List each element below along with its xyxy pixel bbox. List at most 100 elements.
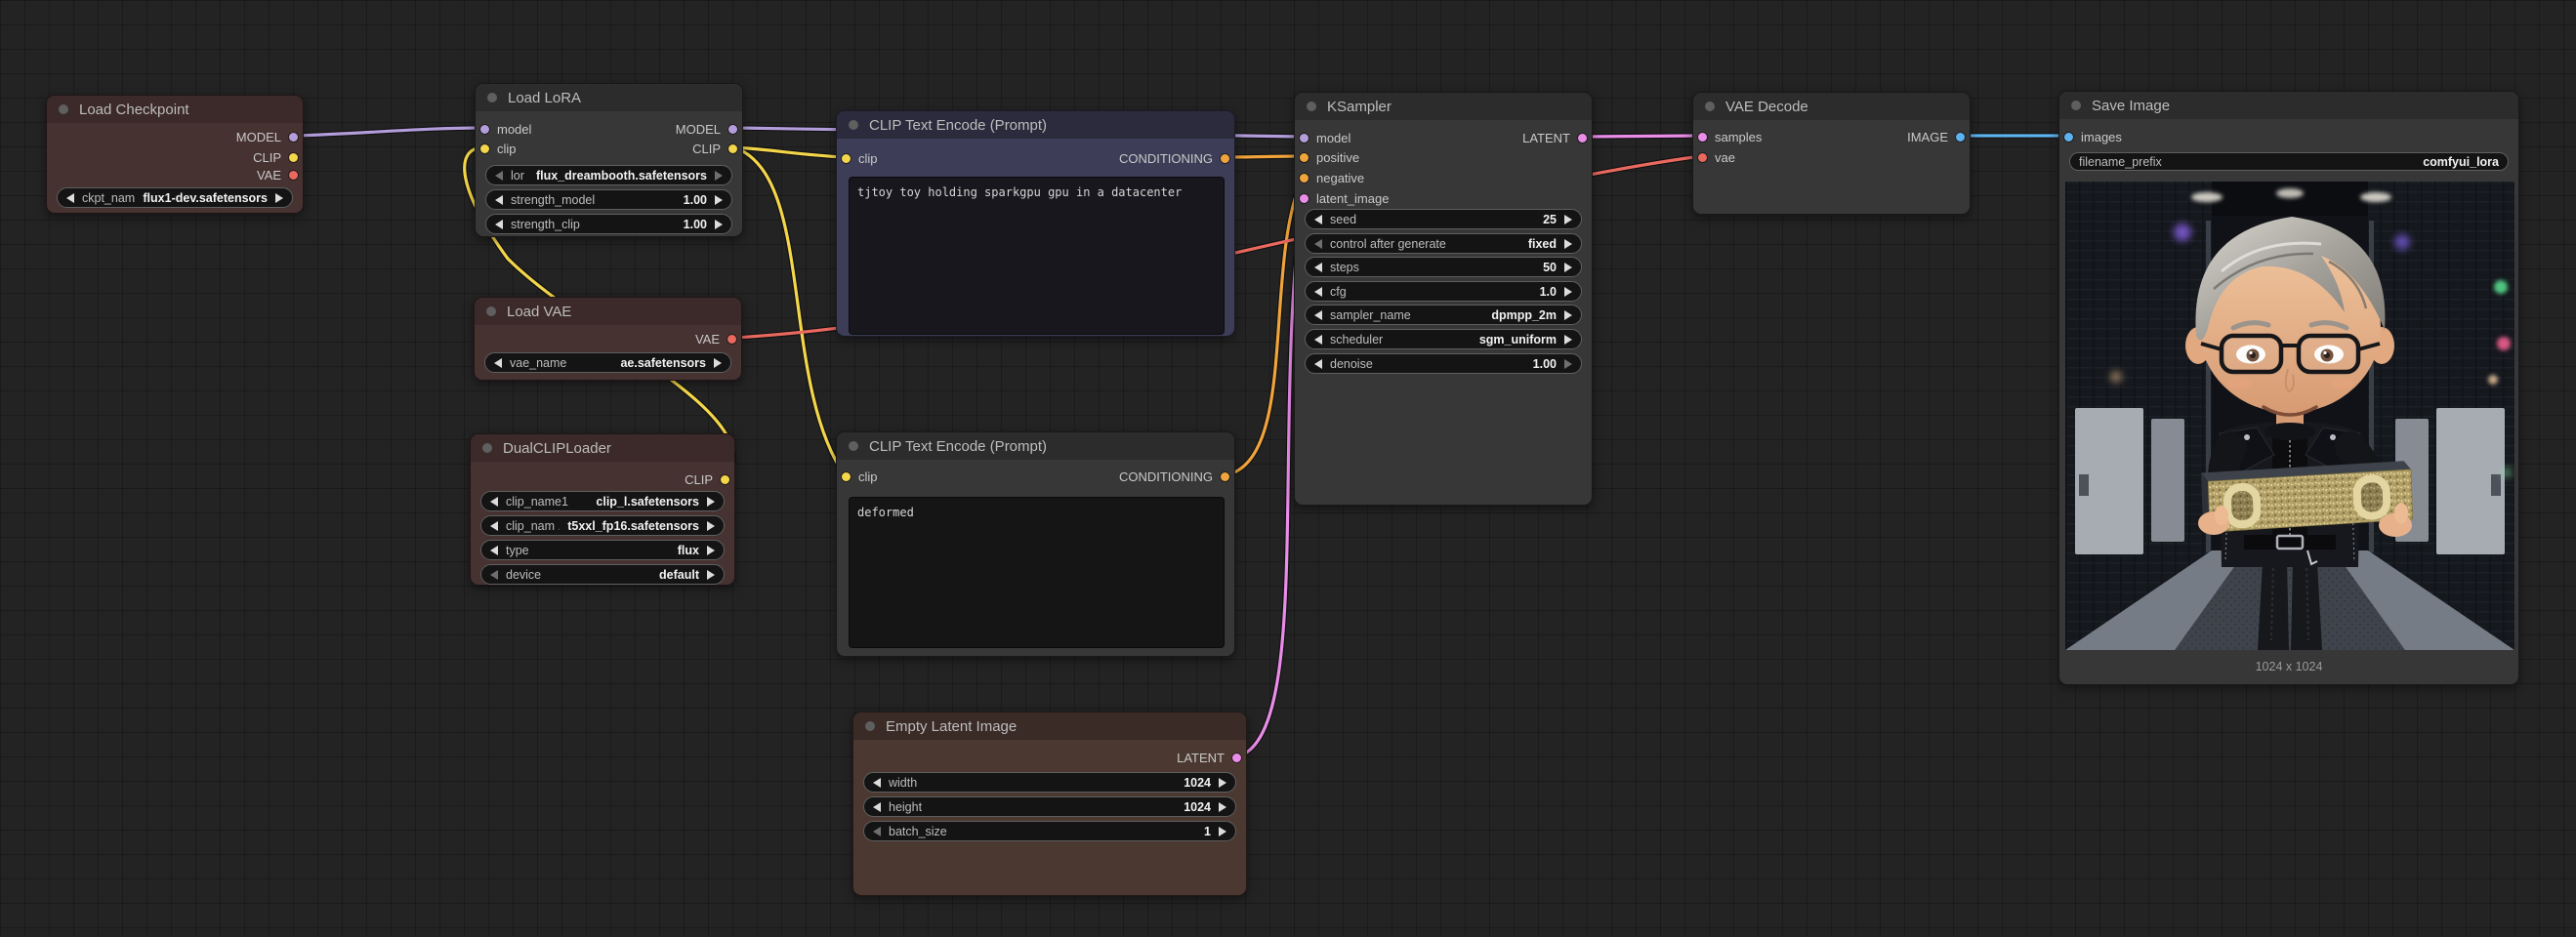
- node-dual-clip-loader[interactable]: DualCLIPLoader CLIP clip_name1 clip_l.sa…: [470, 433, 735, 586]
- decrement-arrow-icon[interactable]: [1314, 335, 1322, 345]
- output-slot-conditioning[interactable]: CONDITIONING: [1119, 149, 1229, 167]
- latent-port-icon[interactable]: [1300, 194, 1309, 203]
- collapse-dot-icon[interactable]: [487, 93, 497, 102]
- widget-cfg[interactable]: cfg 1.0: [1305, 281, 1582, 302]
- widget-scheduler[interactable]: scheduler sgm_uniform: [1305, 329, 1582, 349]
- widget-lora-name[interactable]: lor ... flux_dreambooth.safetensors: [485, 165, 732, 185]
- decrement-arrow-icon[interactable]: [1314, 215, 1322, 224]
- output-slot-latent[interactable]: LATENT: [1177, 749, 1241, 766]
- increment-arrow-icon[interactable]: [275, 193, 283, 203]
- node-vae-decode[interactable]: VAE Decode samples vae IMAGE: [1692, 92, 1971, 215]
- node-titlebar[interactable]: Load Checkpoint: [47, 96, 303, 123]
- node-clip-text-encode-positive[interactable]: CLIP Text Encode (Prompt) clip CONDITION…: [836, 110, 1235, 337]
- widget-sampler-name[interactable]: sampler_name dpmpp_2m: [1305, 305, 1582, 325]
- increment-arrow-icon[interactable]: [715, 171, 723, 181]
- widget-height[interactable]: height 1024: [863, 796, 1236, 817]
- output-slot-clip[interactable]: CLIP: [692, 140, 737, 157]
- input-slot-latent-image[interactable]: latent_image: [1300, 189, 1389, 207]
- widget-denoise[interactable]: denoise 1.00: [1305, 353, 1582, 374]
- clip-port-icon[interactable]: [842, 472, 851, 481]
- conditioning-port-icon[interactable]: [1221, 472, 1229, 481]
- node-load-lora[interactable]: Load LoRA model clip MODEL CLIP lor ... …: [475, 83, 743, 237]
- input-slot-negative[interactable]: negative: [1300, 169, 1364, 186]
- increment-arrow-icon[interactable]: [714, 358, 722, 368]
- latent-port-icon[interactable]: [1698, 133, 1707, 142]
- increment-arrow-icon[interactable]: [715, 220, 723, 229]
- prompt-text-area[interactable]: deformed: [849, 497, 1225, 648]
- clip-port-icon[interactable]: [721, 475, 729, 484]
- widget-seed[interactable]: seed 25: [1305, 209, 1582, 229]
- vae-port-icon[interactable]: [289, 171, 298, 180]
- widget-control-after-generate[interactable]: control after generate fixed: [1305, 233, 1582, 254]
- increment-arrow-icon[interactable]: [1564, 359, 1572, 369]
- widget-ckpt-name[interactable]: ckpt_name flux1-dev.safetensors: [57, 187, 293, 208]
- widget-width[interactable]: width 1024: [863, 772, 1236, 793]
- node-titlebar[interactable]: VAE Decode: [1693, 93, 1970, 120]
- increment-arrow-icon[interactable]: [707, 546, 715, 555]
- output-slot-clip[interactable]: CLIP: [685, 470, 729, 488]
- output-slot-model[interactable]: MODEL: [676, 120, 737, 138]
- input-slot-positive[interactable]: positive: [1300, 148, 1359, 166]
- decrement-arrow-icon[interactable]: [873, 827, 881, 836]
- conditioning-port-icon[interactable]: [1300, 153, 1309, 162]
- node-titlebar[interactable]: Load LoRA: [476, 84, 742, 111]
- clip-port-icon[interactable]: [289, 153, 298, 162]
- increment-arrow-icon[interactable]: [1564, 239, 1572, 249]
- output-slot-model[interactable]: MODEL: [236, 128, 298, 145]
- collapse-dot-icon[interactable]: [1307, 102, 1316, 111]
- decrement-arrow-icon[interactable]: [873, 778, 881, 788]
- decrement-arrow-icon[interactable]: [494, 358, 502, 368]
- increment-arrow-icon[interactable]: [1219, 778, 1226, 788]
- decrement-arrow-icon[interactable]: [1314, 359, 1322, 369]
- decrement-arrow-icon[interactable]: [495, 171, 503, 181]
- node-ksampler[interactable]: KSampler model positive negative latent_…: [1294, 92, 1593, 506]
- collapse-dot-icon[interactable]: [486, 306, 496, 316]
- widget-strength-model[interactable]: strength_model 1.00: [485, 189, 732, 210]
- increment-arrow-icon[interactable]: [1219, 827, 1226, 836]
- image-port-icon[interactable]: [2064, 133, 2073, 142]
- collapse-dot-icon[interactable]: [865, 721, 875, 731]
- input-slot-model[interactable]: model: [1300, 129, 1350, 146]
- increment-arrow-icon[interactable]: [1564, 263, 1572, 272]
- node-load-vae[interactable]: Load VAE VAE vae_name ae.safetensors: [474, 297, 742, 381]
- widget-steps[interactable]: steps 50: [1305, 257, 1582, 277]
- clip-port-icon[interactable]: [842, 154, 851, 163]
- comfyui-canvas[interactable]: { "colors": { "canvas_bg": "#232323", "m…: [0, 0, 2576, 937]
- vae-port-icon[interactable]: [727, 335, 736, 344]
- widget-filename-prefix[interactable]: filename_prefix comfyui_lora: [2069, 152, 2509, 171]
- node-clip-text-encode-negative[interactable]: CLIP Text Encode (Prompt) clip CONDITION…: [836, 431, 1235, 657]
- decrement-arrow-icon[interactable]: [1314, 263, 1322, 272]
- widget-clip-name2[interactable]: clip_nam ... t5xxl_fp16.safetensors: [480, 515, 725, 536]
- increment-arrow-icon[interactable]: [715, 195, 723, 205]
- node-titlebar[interactable]: DualCLIPLoader: [471, 434, 734, 462]
- widget-strength-clip[interactable]: strength_clip 1.00: [485, 214, 732, 234]
- model-port-icon[interactable]: [289, 133, 298, 142]
- decrement-arrow-icon[interactable]: [1314, 310, 1322, 320]
- conditioning-port-icon[interactable]: [1300, 174, 1309, 183]
- image-port-icon[interactable]: [1956, 133, 1965, 142]
- collapse-dot-icon[interactable]: [2071, 101, 2081, 110]
- node-save-image[interactable]: Save Image images filename_prefix comfyu…: [2058, 91, 2519, 685]
- decrement-arrow-icon[interactable]: [1314, 287, 1322, 297]
- latent-port-icon[interactable]: [1232, 754, 1241, 762]
- collapse-dot-icon[interactable]: [1705, 102, 1715, 111]
- input-slot-clip[interactable]: clip: [842, 149, 878, 167]
- decrement-arrow-icon[interactable]: [1314, 239, 1322, 249]
- input-slot-vae[interactable]: vae: [1698, 148, 1735, 166]
- collapse-dot-icon[interactable]: [849, 120, 858, 130]
- vae-port-icon[interactable]: [1698, 153, 1707, 162]
- node-titlebar[interactable]: CLIP Text Encode (Prompt): [837, 111, 1234, 139]
- widget-type[interactable]: type flux: [480, 540, 725, 560]
- node-titlebar[interactable]: Load VAE: [475, 298, 741, 325]
- input-slot-images[interactable]: images: [2064, 128, 2122, 145]
- latent-port-icon[interactable]: [1578, 134, 1587, 143]
- output-slot-image[interactable]: IMAGE: [1907, 128, 1965, 145]
- decrement-arrow-icon[interactable]: [66, 193, 74, 203]
- node-load-checkpoint[interactable]: Load Checkpoint MODEL CLIP VAE ckpt_name…: [46, 95, 304, 214]
- decrement-arrow-icon[interactable]: [873, 802, 881, 812]
- conditioning-port-icon[interactable]: [1221, 154, 1229, 163]
- widget-batch-size[interactable]: batch_size 1: [863, 821, 1236, 841]
- decrement-arrow-icon[interactable]: [490, 497, 498, 507]
- increment-arrow-icon[interactable]: [1219, 802, 1226, 812]
- model-port-icon[interactable]: [480, 125, 489, 134]
